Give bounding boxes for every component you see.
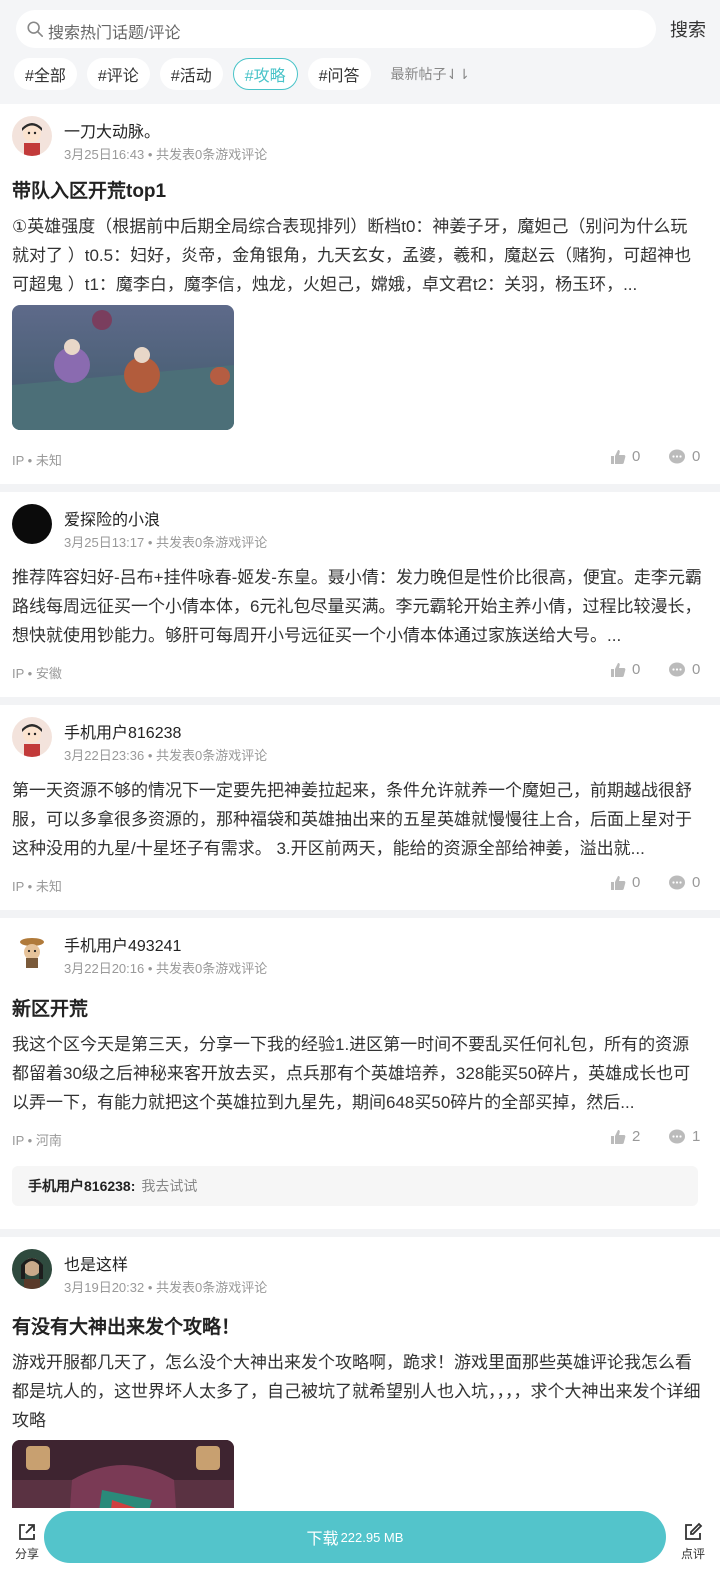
top-bar: 搜索热门话题/评论 搜索 #全部 #评论 #活动 #攻略 #问答 最新帖子⇃⇂ [0, 0, 720, 104]
search-icon [27, 21, 44, 38]
username[interactable]: 爱探险的小浪 [64, 506, 160, 530]
filter-reviews[interactable]: #评论 [86, 58, 150, 90]
reply-preview[interactable]: 手机用户816238: 我去试试 [12, 1166, 698, 1206]
post-body: 我这个区今天是第三天，分享一下我的经验1.进区第一时间不要乱买任何礼包，所有的资… [12, 1035, 691, 1112]
post-card[interactable]: 爱探险的小浪 3月25日13:17 • 共发表0条游戏评论 推荐阵容妇好-吕布+… [0, 492, 720, 697]
username[interactable]: 也是这样 [64, 1251, 128, 1275]
filter-all[interactable]: #全部 [14, 58, 77, 90]
post-card[interactable]: 一刀大动脉。 3月25日16:43 • 共发表0条游戏评论 带队入区开荒top1… [0, 104, 720, 484]
review-label: 点评 [680, 1547, 705, 1561]
filter-events[interactable]: #活动 [159, 58, 223, 90]
filter-chips: #全部 #评论 #活动 #攻略 #问答 最新帖子⇃⇂ [14, 58, 470, 90]
ip-location: IP • 未知 [12, 879, 62, 894]
share-button[interactable]: 分享 [10, 1522, 44, 1562]
like-button[interactable]: 0 [610, 661, 640, 678]
comment-button[interactable]: 0 [668, 448, 700, 465]
post-title: 新区开荒 [12, 999, 89, 1020]
username[interactable]: 一刀大动脉。 [64, 118, 160, 142]
comment-icon [669, 1129, 685, 1143]
ip-location: IP • 河南 [12, 1133, 62, 1148]
like-button[interactable]: 0 [610, 874, 640, 891]
post-meta: 3月22日20:16 • 共发表0条游戏评论 [64, 961, 268, 976]
bottom-bar: 分享 下载 222.95 MB 点评 [0, 1508, 720, 1593]
post-title: 带队入区开荒top1 [12, 181, 167, 202]
comment-button[interactable]: 0 [668, 661, 700, 678]
post-body: ①英雄强度（根据前中后期全局综合表现排列）断档t0：神姜子牙，魔妲己（别问为什么… [12, 217, 692, 294]
download-size: 222.95 MB [340, 1529, 404, 1545]
download-button[interactable]: 下载 222.95 MB [44, 1511, 666, 1563]
search-button[interactable]: 搜索 [670, 16, 706, 42]
filter-qa[interactable]: #问答 [307, 58, 371, 90]
share-icon [19, 1524, 35, 1540]
share-label: 分享 [14, 1547, 39, 1561]
username[interactable]: 手机用户816238 [64, 719, 181, 743]
comment-button[interactable]: 0 [668, 874, 700, 891]
thumb-up-icon [611, 449, 626, 464]
sort-dropdown[interactable]: 最新帖子⇃⇂ [391, 64, 470, 84]
post-image[interactable] [12, 305, 234, 430]
review-button[interactable]: 点评 [676, 1522, 710, 1562]
avatar[interactable] [12, 930, 52, 970]
post-meta: 3月19日20:32 • 共发表0条游戏评论 [64, 1280, 268, 1295]
search-input[interactable]: 搜索热门话题/评论 [16, 10, 656, 48]
thumb-up-icon [611, 662, 626, 677]
avatar[interactable] [12, 116, 52, 156]
search-placeholder: 搜索热门话题/评论 [48, 25, 181, 42]
post-card[interactable]: 手机用户493241 3月22日20:16 • 共发表0条游戏评论 新区开荒 我… [0, 918, 720, 1229]
like-count: 0 [632, 874, 641, 891]
post-card[interactable]: 手机用户816238 3月22日23:36 • 共发表0条游戏评论 第一天资源不… [0, 705, 720, 910]
reply-text: 我去试试 [141, 1178, 198, 1194]
post-body: 游戏开服都几天了，怎么没个大神出来发个攻略啊，跪求！游戏里面那些英雄评论我怎么看… [12, 1353, 701, 1430]
comment-icon [669, 875, 685, 889]
comment-count: 0 [692, 874, 701, 891]
avatar[interactable] [12, 504, 52, 544]
post-body: 推荐阵容妇好-吕布+挂件咏春-姬发-东皇。聂小倩：发力晚但是性价比很高，便宜。走… [12, 568, 702, 645]
thumb-up-icon [611, 875, 626, 890]
edit-icon [685, 1522, 703, 1540]
comment-count: 0 [692, 661, 701, 678]
filter-guides[interactable]: #攻略 [232, 58, 298, 90]
avatar[interactable] [12, 717, 52, 757]
post-body: 第一天资源不够的情况下一定要先把神姜拉起来，条件允许就养一个魔妲己，前期越战很舒… [12, 781, 692, 858]
post-meta: 3月25日13:17 • 共发表0条游戏评论 [64, 535, 268, 550]
post-meta: 3月25日16:43 • 共发表0条游戏评论 [64, 147, 268, 162]
like-count: 0 [632, 448, 641, 465]
ip-location: IP • 未知 [12, 453, 62, 468]
comment-button[interactable]: 1 [668, 1128, 700, 1145]
reply-author: 手机用户816238: [28, 1178, 136, 1194]
comment-count: 1 [692, 1128, 701, 1145]
avatar[interactable] [12, 1249, 52, 1289]
like-button[interactable]: 0 [610, 448, 640, 465]
ip-location: IP • 安徽 [12, 666, 62, 681]
download-label: 下载 [306, 1531, 339, 1548]
post-meta: 3月22日23:36 • 共发表0条游戏评论 [64, 748, 268, 763]
like-button[interactable]: 2 [610, 1128, 640, 1145]
comment-icon [669, 662, 685, 676]
username[interactable]: 手机用户493241 [64, 932, 181, 956]
like-count: 0 [632, 661, 641, 678]
thumb-up-icon [611, 1129, 626, 1144]
comment-icon [669, 449, 685, 463]
post-title: 有没有大神出来发个攻略！ [12, 1317, 241, 1338]
like-count: 2 [632, 1128, 641, 1145]
comment-count: 0 [692, 448, 701, 465]
